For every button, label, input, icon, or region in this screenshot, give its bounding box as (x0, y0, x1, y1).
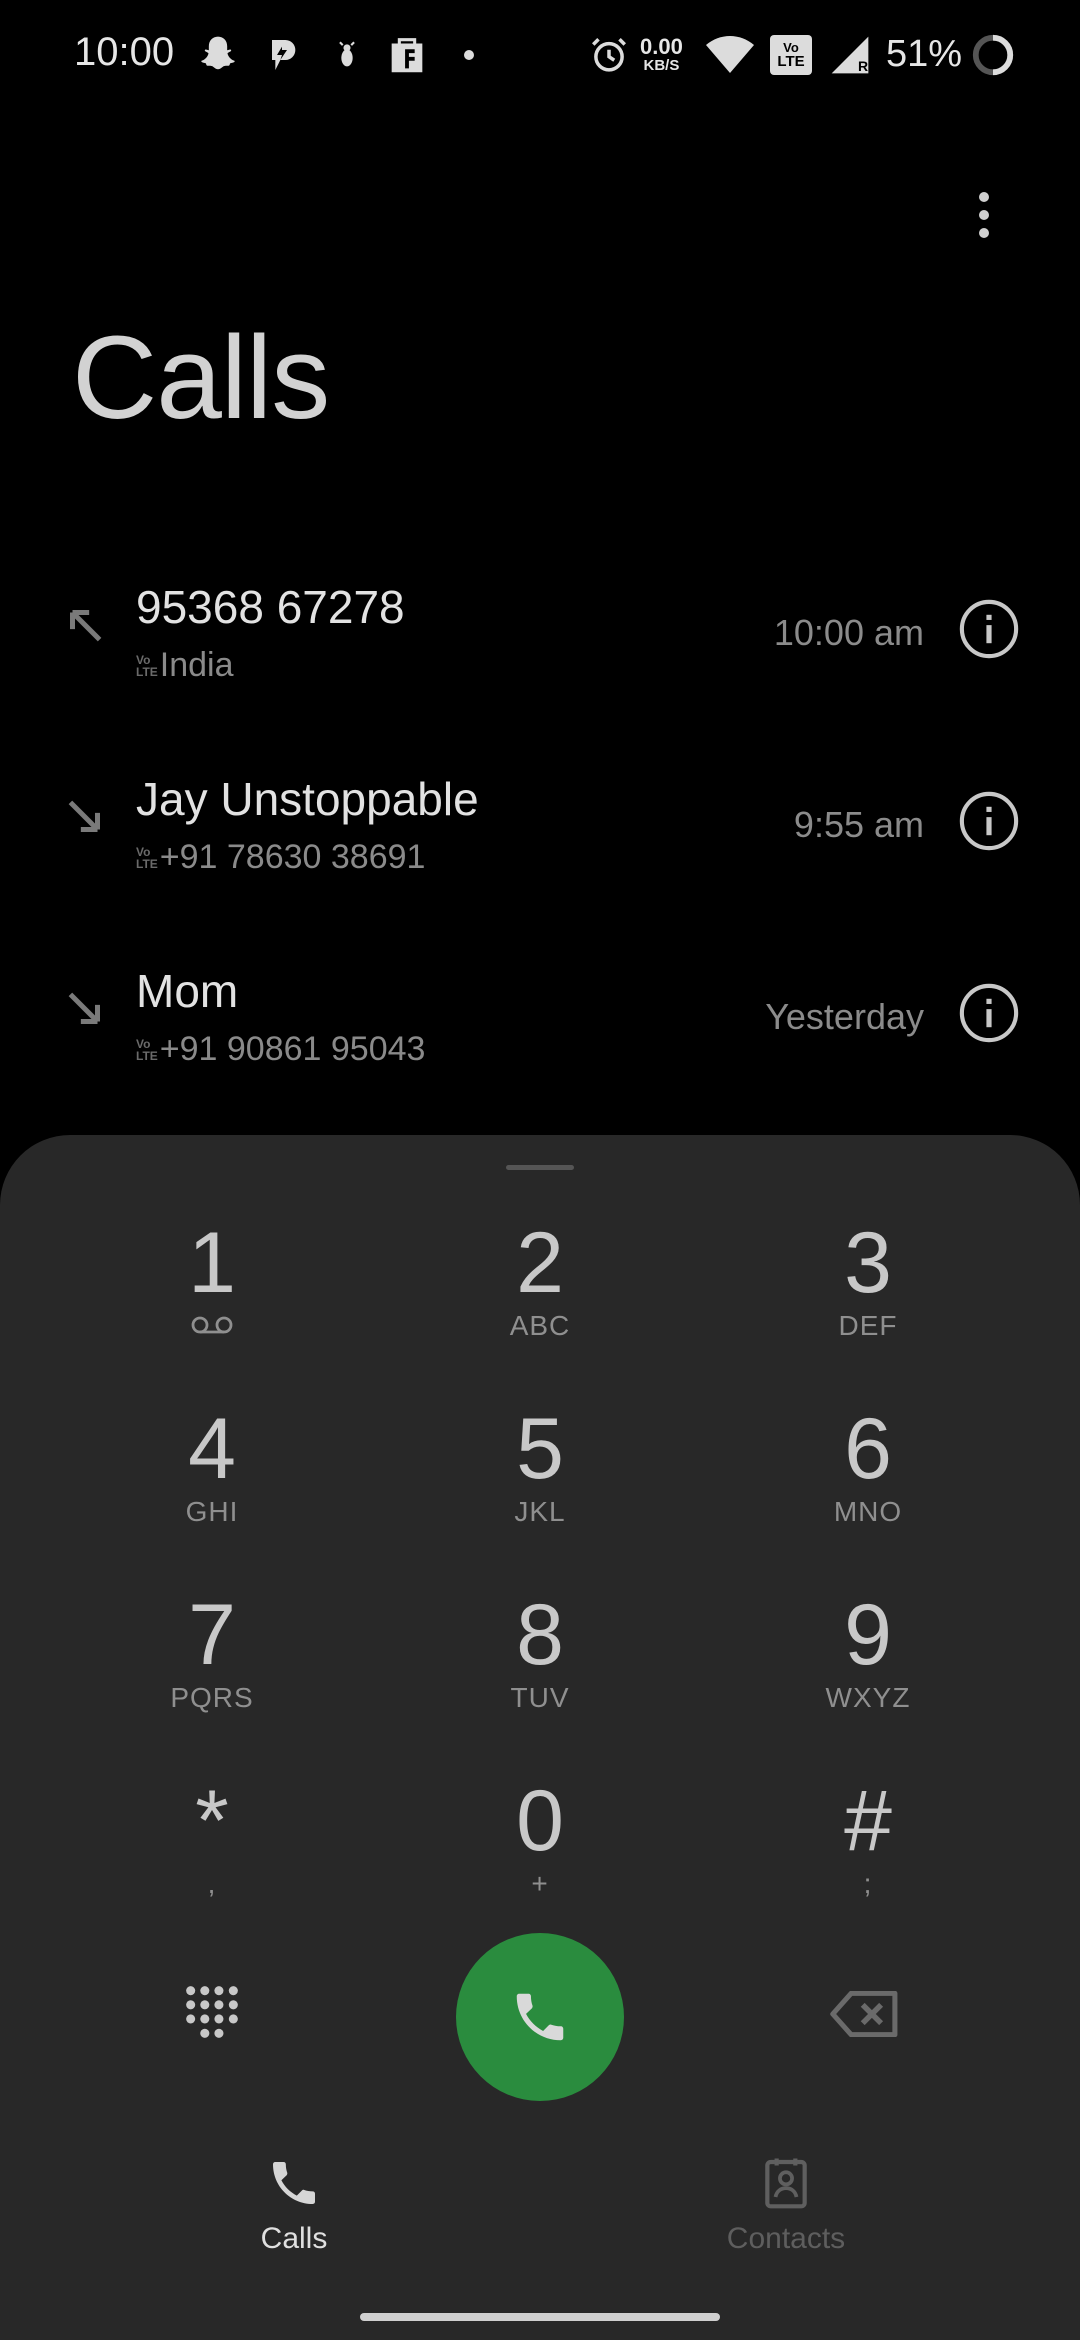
call-time: 9:55 am (793, 804, 924, 845)
dialpad-key-9[interactable]: 9 WXYZ (768, 1587, 968, 1747)
alarm-icon (588, 30, 630, 80)
volte-small-icon: Vo LTE (136, 1036, 158, 1063)
wifi-icon (706, 30, 754, 80)
bug-icon (330, 30, 364, 80)
dialpad-key-1[interactable]: 1 (112, 1215, 312, 1375)
incoming-call-arrow-icon (68, 992, 100, 1024)
home-indicator[interactable] (360, 2313, 720, 2321)
signal-icon: R (828, 30, 872, 80)
call-name: Jay Unstoppable (136, 773, 479, 825)
call-time: Yesterday (765, 996, 924, 1037)
call-subtitle-text: India (159, 646, 234, 684)
key-letters: + (531, 1868, 549, 1899)
key-letters: ABC (509, 1310, 571, 1341)
key-digit: 5 (516, 1401, 564, 1497)
key-letters: WXYZ (825, 1682, 911, 1713)
key-digit: 3 (844, 1215, 892, 1311)
key-digit: # (844, 1773, 892, 1869)
key-letters: ; (863, 1868, 873, 1899)
volte-small-icon: Vo LTE (136, 652, 158, 679)
contacts-icon (765, 2158, 807, 2209)
status-time: 10:00 (74, 30, 175, 74)
info-icon[interactable] (958, 790, 1020, 852)
call-log-item[interactable]: Mom Vo LTE +91 90861 95043 Yesterday (0, 944, 1080, 1124)
call-subtitle: Vo LTE India (136, 646, 234, 685)
dot-icon (464, 30, 474, 80)
outgoing-call-arrow-icon (70, 610, 102, 642)
dialpad-key-3[interactable]: 3 DEF (768, 1215, 968, 1375)
menu-dot (979, 192, 989, 202)
key-digit: 2 (516, 1215, 564, 1311)
key-digit: 8 (516, 1587, 564, 1683)
key-letters: JKL (514, 1496, 566, 1527)
snapchat-icon (196, 30, 240, 80)
dialpad-key-0[interactable]: 0 + (440, 1773, 640, 1933)
key-digit: 1 (188, 1215, 236, 1311)
key-digit: 7 (188, 1587, 236, 1683)
info-icon[interactable] (958, 598, 1020, 660)
dialpad-key-5[interactable]: 5 JKL (440, 1401, 640, 1561)
net-speed: 0.00 KB/S (640, 34, 683, 74)
phone-icon (516, 1993, 564, 2041)
page-title: Calls (72, 312, 330, 444)
battery-percent: 51% (886, 33, 963, 75)
nav-tab-calls[interactable]: Calls (164, 2155, 424, 2285)
key-letters: GHI (185, 1496, 239, 1527)
roaming-indicator: R (858, 58, 869, 74)
call-button[interactable] (456, 1933, 624, 2101)
call-name: 95368 67278 (136, 581, 405, 633)
key-letters: PQRS (170, 1682, 254, 1713)
dialpad-key-6[interactable]: 6 MNO (768, 1401, 968, 1561)
notification-app-icon (262, 30, 302, 80)
call-log-item[interactable]: 95368 67278 Vo LTE India 10:00 am (0, 560, 1080, 740)
key-digit: * (195, 1773, 229, 1869)
volte-badge-bottom: LTE (777, 53, 805, 70)
key-letters: , (207, 1868, 217, 1899)
phone-icon (273, 2162, 315, 2204)
dialpad-grid-icon[interactable] (180, 1980, 244, 2044)
more-vert-icon[interactable] (962, 180, 1006, 250)
nav-tab-contacts[interactable]: Contacts (656, 2155, 916, 2285)
volte-small-icon: Vo LTE (136, 844, 158, 871)
dialpad-key-4[interactable]: 4 GHI (112, 1401, 312, 1561)
menu-dot (979, 210, 989, 220)
call-subtitle-text: +91 78630 38691 (159, 838, 426, 876)
info-icon[interactable] (958, 982, 1020, 1044)
key-digit: 4 (188, 1401, 236, 1497)
key-digit: 9 (844, 1587, 892, 1683)
dialpad-key-2[interactable]: 2 ABC (440, 1215, 640, 1375)
voicemail-icon (112, 1311, 312, 1341)
net-speed-unit: KB/S (643, 57, 680, 74)
nav-label-calls: Calls (260, 2222, 328, 2255)
volte-icon: Vo LTE (770, 30, 812, 80)
sheet-drag-handle[interactable] (506, 1165, 574, 1170)
backspace-icon[interactable] (830, 1991, 900, 2037)
incoming-call-arrow-icon (68, 800, 100, 832)
call-log-item[interactable]: Jay Unstoppable Vo LTE +91 78630 38691 9:… (0, 752, 1080, 932)
call-subtitle: Vo LTE +91 78630 38691 (136, 838, 425, 877)
key-digit: 0 (516, 1773, 564, 1869)
dialpad-key-8[interactable]: 8 TUV (440, 1587, 640, 1747)
call-subtitle-text: +91 90861 95043 (159, 1030, 426, 1068)
net-speed-value: 0.00 (640, 34, 683, 59)
key-digit: 6 (844, 1401, 892, 1497)
battery-ring-icon (970, 30, 1016, 80)
key-letters: DEF (838, 1310, 898, 1341)
nav-label-contacts: Contacts (726, 2222, 846, 2255)
call-subtitle: Vo LTE +91 90861 95043 (136, 1030, 425, 1069)
dialpad-key-7[interactable]: 7 PQRS (112, 1587, 312, 1747)
dialpad-sheet: 1 2 ABC 3 DEF 4 GHI 5 JKL 6 MNO 7 PQRS 8… (0, 1135, 1080, 2340)
key-letters: MNO (833, 1496, 903, 1527)
call-name: Mom (136, 965, 239, 1017)
dialpad-key-star[interactable]: * , (112, 1773, 312, 1933)
menu-dot (979, 228, 989, 238)
call-time: 10:00 am (773, 612, 924, 653)
key-letters: TUV (510, 1682, 570, 1713)
dialpad-key-hash[interactable]: # ; (768, 1773, 968, 1933)
shopping-bag-icon (384, 30, 430, 80)
status-bar: 10:00 0.00 KB/S Vo LTE R 51% (0, 0, 1080, 110)
